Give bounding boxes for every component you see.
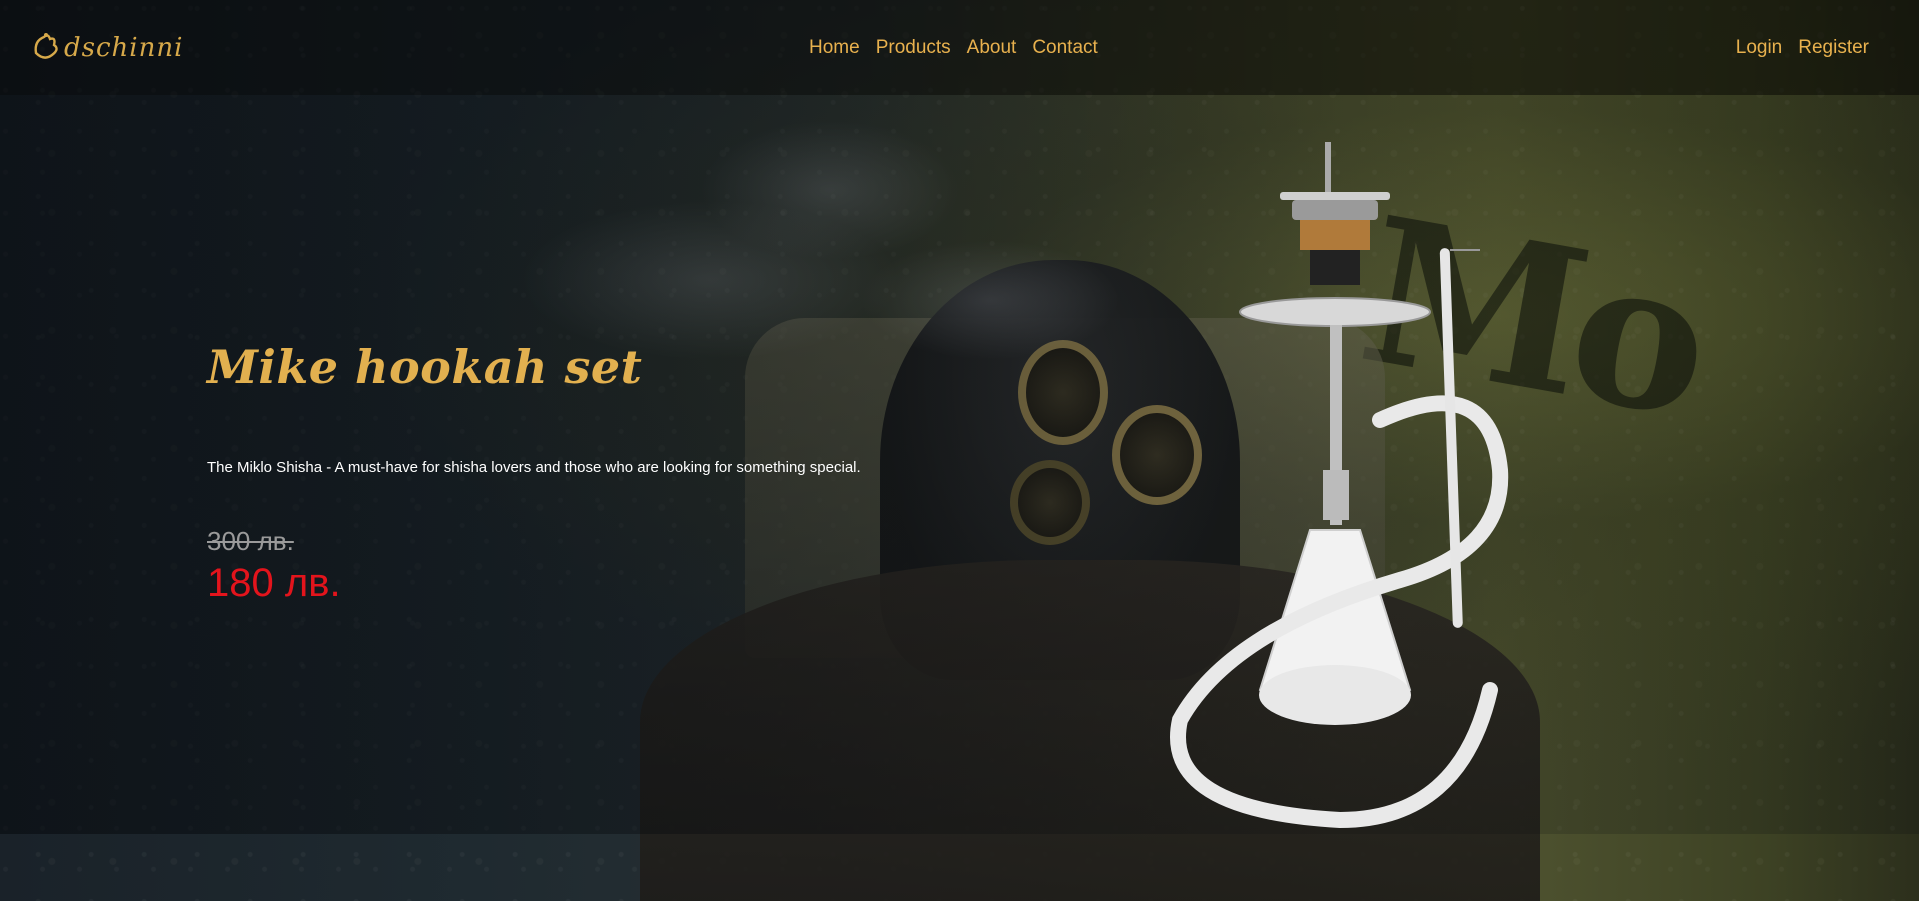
logo-text: dschinni [64, 32, 184, 63]
sale-price: 180 лв. [207, 561, 341, 605]
login-link[interactable]: Login [1736, 37, 1783, 59]
product-description: The Miklo Shisha - A must-have for shish… [207, 459, 861, 476]
genie-lamp-icon [34, 32, 58, 59]
product-title: Mike hookah set [207, 340, 643, 394]
nav-products-link[interactable]: Products [876, 37, 951, 59]
hookah-product-image [1170, 142, 1509, 829]
old-price: 300 лв. [207, 526, 294, 556]
main-nav: Home Products About Contact [809, 0, 1098, 95]
page: Mo dschinni [0, 0, 1919, 901]
register-link[interactable]: Register [1798, 37, 1869, 59]
auth-links: Login Register [1736, 37, 1869, 59]
nav-about-link[interactable]: About [967, 37, 1017, 59]
nav-home-link[interactable]: Home [809, 37, 860, 59]
hero-content: Mike hookah set The Miklo Shisha - A mus… [207, 340, 861, 606]
top-navbar: dschinni Home Products About Contact Log… [0, 0, 1919, 95]
nav-contact-link[interactable]: Contact [1032, 37, 1097, 59]
site-logo[interactable]: dschinni [32, 31, 183, 65]
